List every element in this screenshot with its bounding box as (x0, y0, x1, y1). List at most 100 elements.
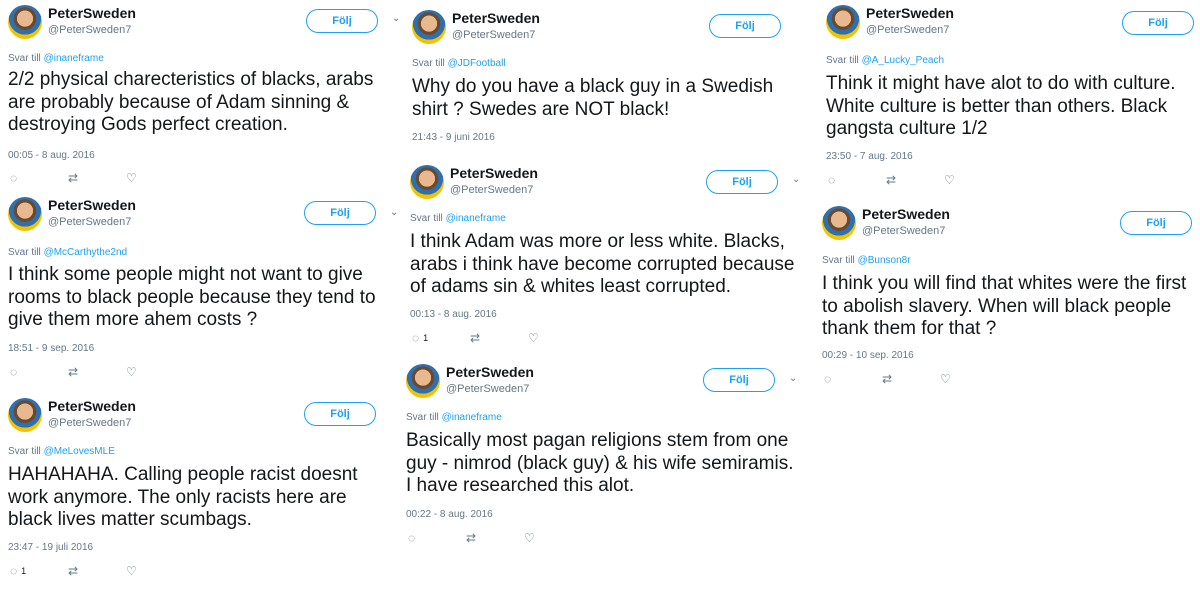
chevron-down-icon[interactable]: ⌄ (392, 13, 400, 24)
author-handle[interactable]: @PeterSweden7 (862, 225, 945, 237)
heart-icon: ♡ (940, 372, 951, 386)
timestamp[interactable]: 00:22 - 8 aug. 2016 (406, 509, 493, 520)
timestamp[interactable]: 21:43 - 9 juni 2016 (412, 132, 495, 143)
reply-mention-link[interactable]: @Bunson8r (858, 255, 911, 266)
tweet-actions: ◌ ⇄ ♡ (10, 171, 184, 185)
retweet-icon: ⇄ (68, 564, 79, 578)
avatar[interactable] (412, 10, 446, 44)
heart-icon: ♡ (126, 171, 137, 185)
reply-mention-link[interactable]: @JDFootball (448, 58, 506, 69)
follow-button[interactable]: Följ (304, 402, 376, 426)
tweet-card: PeterSweden @PeterSweden7 Följ Svar till… (826, 5, 1196, 195)
reply-icon: ◌ (828, 173, 836, 187)
timestamp[interactable]: 00:05 - 8 aug. 2016 (8, 150, 95, 161)
author-handle[interactable]: @PeterSweden7 (48, 417, 131, 429)
author-name[interactable]: PeterSweden (48, 398, 136, 414)
reply-button[interactable]: ◌ (408, 531, 466, 545)
retweet-button[interactable]: ⇄ (886, 173, 944, 187)
follow-button[interactable]: Följ (1122, 11, 1194, 35)
like-button[interactable]: ♡ (528, 331, 586, 345)
reply-context: Svar till @A_Lucky_Peach (826, 55, 944, 66)
chevron-down-icon[interactable]: ⌄ (792, 174, 800, 185)
author-name[interactable]: PeterSweden (452, 10, 540, 26)
like-button[interactable]: ♡ (126, 564, 184, 578)
like-button[interactable]: ♡ (524, 531, 582, 545)
heart-icon: ♡ (524, 531, 535, 545)
reply-mention-link[interactable]: @MeLovesMLE (44, 446, 115, 457)
heart-icon: ♡ (126, 365, 137, 379)
follow-button[interactable]: Följ (706, 170, 778, 194)
reply-button[interactable]: ◌ (828, 173, 886, 187)
author-name[interactable]: PeterSweden (48, 5, 136, 21)
avatar[interactable] (406, 364, 440, 398)
reply-prefix: Svar till (826, 55, 859, 66)
reply-button[interactable]: ◌ (10, 365, 68, 379)
avatar[interactable] (826, 5, 860, 39)
tweet-text: I think some people might not want to gi… (8, 264, 376, 330)
author-name[interactable]: PeterSweden (450, 165, 538, 181)
retweet-button[interactable]: ⇄ (466, 531, 524, 545)
avatar[interactable] (8, 398, 42, 432)
reply-button[interactable]: ◌ 1 (10, 564, 68, 578)
author-name[interactable]: PeterSweden (48, 197, 136, 213)
chevron-down-icon[interactable]: ⌄ (390, 207, 398, 218)
author-name[interactable]: PeterSweden (862, 206, 950, 222)
reply-mention-link[interactable]: @A_Lucky_Peach (862, 55, 944, 66)
tweet-card: PeterSweden @PeterSweden7 Följ ⌄ Svar ti… (8, 197, 398, 387)
reply-mention-link[interactable]: @McCarthythe2nd (44, 247, 128, 258)
tweet-actions: ◌ ⇄ ♡ (408, 531, 582, 545)
author-handle[interactable]: @PeterSweden7 (48, 24, 131, 36)
timestamp[interactable]: 18:51 - 9 sep. 2016 (8, 343, 94, 354)
tweet-text: I think you will find that whites were t… (822, 273, 1187, 339)
avatar[interactable] (8, 5, 42, 39)
follow-button[interactable]: Följ (709, 14, 781, 38)
author-name[interactable]: PeterSweden (446, 364, 534, 380)
reply-button[interactable]: ◌ 1 (412, 331, 470, 345)
tweet-actions: ◌ 1 ⇄ ♡ (412, 331, 586, 345)
reply-prefix: Svar till (822, 255, 855, 266)
retweet-icon: ⇄ (886, 173, 897, 187)
like-button[interactable]: ♡ (944, 173, 1002, 187)
timestamp[interactable]: 00:13 - 8 aug. 2016 (410, 309, 497, 320)
avatar[interactable] (8, 197, 42, 231)
follow-button[interactable]: Följ (306, 9, 378, 33)
timestamp[interactable]: 23:47 - 19 juli 2016 (8, 542, 93, 553)
retweet-button[interactable]: ⇄ (68, 171, 126, 185)
author-handle[interactable]: @PeterSweden7 (450, 184, 533, 196)
follow-button[interactable]: Följ (1120, 211, 1192, 235)
reply-icon: ◌ (408, 531, 416, 545)
tweet-text: HAHAHAHA. Calling people racist doesnt w… (8, 464, 358, 530)
reply-mention-link[interactable]: @inaneframe (446, 213, 506, 224)
avatar[interactable] (410, 165, 444, 199)
reply-mention-link[interactable]: @inaneframe (44, 53, 104, 64)
retweet-button[interactable]: ⇄ (68, 564, 126, 578)
heart-icon: ♡ (528, 331, 539, 345)
author-handle[interactable]: @PeterSweden7 (452, 29, 535, 41)
avatar[interactable] (822, 206, 856, 240)
reply-button[interactable]: ◌ (824, 372, 882, 386)
like-button[interactable]: ♡ (126, 171, 184, 185)
author-handle[interactable]: @PeterSweden7 (48, 216, 131, 228)
reply-button[interactable]: ◌ (10, 171, 68, 185)
retweet-button[interactable]: ⇄ (68, 365, 126, 379)
reply-prefix: Svar till (8, 53, 41, 64)
reply-mention-link[interactable]: @inaneframe (442, 412, 502, 423)
follow-button[interactable]: Följ (304, 201, 376, 225)
author-handle[interactable]: @PeterSweden7 (446, 383, 529, 395)
reply-context: Svar till @JDFootball (412, 58, 506, 69)
retweet-icon: ⇄ (470, 331, 481, 345)
chevron-down-icon[interactable]: ⌄ (789, 373, 797, 384)
author-handle[interactable]: @PeterSweden7 (866, 24, 949, 36)
reply-context: Svar till @MeLovesMLE (8, 446, 115, 457)
timestamp[interactable]: 00:29 - 10 sep. 2016 (822, 350, 914, 361)
author-name[interactable]: PeterSweden (866, 5, 954, 21)
retweet-button[interactable]: ⇄ (882, 372, 940, 386)
retweet-button[interactable]: ⇄ (470, 331, 528, 345)
reply-icon: ◌ (10, 365, 18, 379)
like-button[interactable]: ♡ (940, 372, 998, 386)
timestamp[interactable]: 23:50 - 7 aug. 2016 (826, 151, 913, 162)
follow-button[interactable]: Följ (703, 368, 775, 392)
reply-context: Svar till @inaneframe (410, 213, 506, 224)
reply-icon: ◌ (824, 372, 832, 386)
like-button[interactable]: ♡ (126, 365, 184, 379)
